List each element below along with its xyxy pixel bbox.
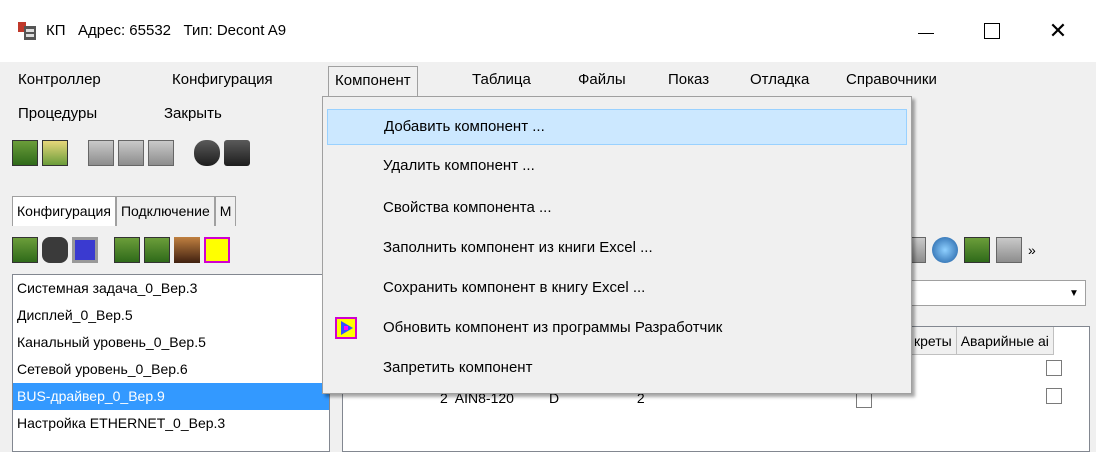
toolbar-disabled-icon-3[interactable] — [148, 140, 174, 166]
cable-icon[interactable] — [42, 237, 68, 263]
chip-icon[interactable] — [72, 237, 98, 263]
filter-combo[interactable]: ▼ — [906, 280, 1086, 306]
list-item-selected[interactable]: BUS-драйвер_0_Вер.9 — [13, 383, 329, 410]
list-item[interactable]: Сетевой уровень_0_Вер.6 — [13, 356, 329, 383]
row-checkbox[interactable] — [1046, 360, 1062, 376]
window-title: КП Адрес: 65532 Тип: Decont A9 — [46, 22, 287, 39]
update-from-developer-icon — [335, 317, 357, 339]
grid-header-cell[interactable]: креты — [910, 327, 957, 355]
list-item[interactable]: Дисплей_0_Вер.5 — [13, 302, 329, 329]
maximize-icon — [984, 23, 1000, 39]
title-bar: КП Адрес: 65532 Тип: Decont A9 ✕ — [0, 0, 1096, 62]
chevron-down-icon: ▼ — [1069, 287, 1079, 299]
more-chevron-icon[interactable]: » — [1028, 242, 1036, 258]
menu-controller[interactable]: Контроллер — [12, 66, 107, 96]
board-icon[interactable] — [12, 237, 38, 263]
board-stack-icon[interactable] — [144, 237, 170, 263]
menu-close[interactable]: Закрыть — [158, 100, 228, 130]
menu-fill-from-excel[interactable]: Заполнить компонент из книги Excel ... — [327, 231, 907, 267]
menu-update-from-developer-label: Обновить компонент из программы Разработ… — [383, 319, 723, 336]
menu-procedures[interactable]: Процедуры — [12, 100, 103, 130]
list-item[interactable]: Настройка ETHERNET_0_Вер.3 — [13, 410, 329, 437]
list-item[interactable]: Канальный уровень_0_Вер.5 — [13, 329, 329, 356]
component-toolbar — [12, 234, 230, 266]
menu-component[interactable]: Компонент — [328, 66, 418, 96]
print-icon[interactable] — [996, 237, 1022, 263]
row-checkbox[interactable] — [856, 392, 872, 408]
app-station-icon — [18, 22, 36, 40]
menu-disable-component[interactable]: Запретить компонент — [327, 351, 907, 387]
menu-component-properties[interactable]: Свойства компонента ... — [327, 191, 907, 227]
component-list: Системная задача_0_Вер.3 Дисплей_0_Вер.5… — [12, 274, 330, 452]
tool-icon[interactable] — [174, 237, 200, 263]
tab-configuration[interactable]: Конфигурация — [12, 196, 116, 226]
update-from-developer-icon[interactable] — [204, 237, 230, 263]
menu-save-to-excel[interactable]: Сохранить компонент в книгу Excel ... — [327, 271, 907, 307]
menu-show[interactable]: Показ — [662, 66, 715, 96]
menu-delete-component[interactable]: Удалить компонент ... — [327, 149, 907, 185]
toolbar-mail-icon[interactable] — [42, 140, 68, 166]
toolbar-module-icon[interactable] — [12, 140, 38, 166]
list-item[interactable]: Системная задача_0_Вер.3 — [13, 275, 329, 302]
minimize-button[interactable] — [898, 0, 954, 62]
menu-bar: Контроллер Конфигурация Компонент Таблиц… — [0, 62, 1096, 96]
toolbar — [12, 140, 250, 176]
toolbar-device-icon[interactable] — [224, 140, 250, 166]
menu-configuration[interactable]: Конфигурация — [166, 66, 279, 96]
menu-add-component[interactable]: Добавить компонент ... — [327, 109, 907, 145]
menu-files[interactable]: Файлы — [572, 66, 632, 96]
toolbar-disabled-icon-2[interactable] — [118, 140, 144, 166]
grid-header-cell[interactable]: Аварийные аі — [956, 327, 1054, 355]
menu-debug[interactable]: Отладка — [744, 66, 815, 96]
close-icon: ✕ — [1048, 18, 1068, 44]
magnifier-icon[interactable] — [932, 237, 958, 263]
board-add-icon[interactable] — [114, 237, 140, 263]
grid-header: креты Аварийные аі — [910, 327, 1054, 355]
tab-connection[interactable]: Подключение — [115, 196, 215, 226]
menu-references[interactable]: Справочники — [840, 66, 943, 96]
minimize-icon — [918, 32, 934, 34]
tab-partial[interactable]: М — [214, 196, 237, 226]
close-button[interactable]: ✕ — [1030, 0, 1086, 62]
component-toolbar-right: » — [900, 236, 1036, 264]
board-view-icon[interactable] — [964, 237, 990, 263]
menu-table[interactable]: Таблица — [466, 66, 537, 96]
row-checkbox[interactable] — [1046, 388, 1062, 404]
toolbar-disabled-icon-1[interactable] — [88, 140, 114, 166]
toolbar-network-icon[interactable] — [194, 140, 220, 166]
tab-strip: Конфигурация Подключение М — [12, 196, 237, 226]
menu-update-from-developer[interactable]: Обновить компонент из программы Разработ… — [327, 311, 907, 347]
maximize-button[interactable] — [964, 0, 1020, 62]
component-menu-dropdown: Добавить компонент ... Удалить компонент… — [322, 96, 912, 394]
